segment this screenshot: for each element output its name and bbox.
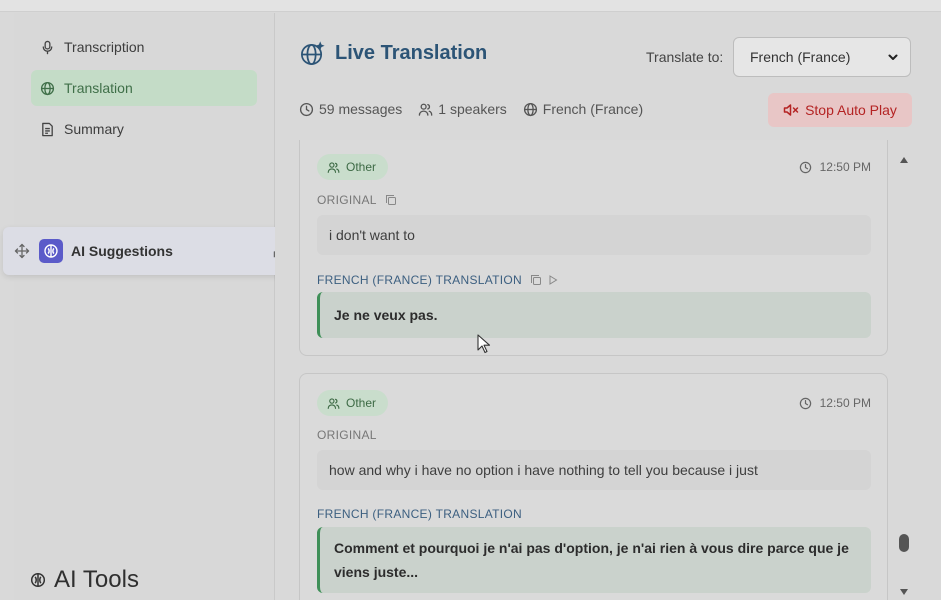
language-select[interactable]: French (France) — [733, 37, 911, 77]
translation-line: viens juste... — [334, 564, 419, 580]
translation-label-text: FRENCH (FRANCE) TRANSLATION — [317, 507, 522, 521]
stop-auto-play-button[interactable]: Stop Auto Play — [768, 93, 912, 127]
language-select-value: French (France) — [750, 49, 851, 65]
ai-tools-heading: AI Tools — [30, 566, 139, 594]
clock-icon — [799, 161, 811, 173]
message-time-text: 12:50 PM — [819, 396, 871, 410]
sidebar-item-label: Translation — [64, 80, 133, 96]
globe-icon — [523, 102, 537, 116]
original-label: ORIGINAL — [317, 193, 397, 207]
translation-line: Comment et pourquoi je n'ai pas d'option… — [334, 540, 849, 556]
message-count: 59 messages — [299, 101, 402, 117]
speaker-name: Other — [346, 396, 377, 410]
target-language: French (France) — [523, 101, 643, 117]
document-icon — [42, 122, 53, 136]
play-icon[interactable] — [547, 274, 559, 286]
message-time: 12:50 PM — [799, 160, 871, 174]
sidebar-item-summary[interactable]: Summary — [31, 111, 257, 147]
message-time-text: 12:50 PM — [819, 160, 871, 174]
translation-label-text: FRENCH (FRANCE) TRANSLATION — [317, 273, 522, 287]
original-label: ORIGINAL — [317, 428, 377, 442]
top-divider — [0, 11, 941, 12]
message-card: Other 12:50 PM ORIGINAL i don't want to … — [299, 140, 888, 356]
globe-icon — [40, 81, 55, 95]
speaker-count: 1 speakers — [418, 101, 507, 117]
microphone-icon — [42, 40, 53, 54]
message-card: Other 12:50 PM ORIGINAL how and why i ha… — [299, 373, 888, 600]
sidebar-item-translation[interactable]: Translation — [31, 70, 257, 106]
ai-logo-icon — [39, 239, 63, 263]
clock-icon — [799, 397, 811, 409]
ai-tools-label: AI Tools — [54, 566, 139, 593]
chevron-down-icon — [888, 54, 898, 60]
message-count-text: 59 messages — [319, 101, 403, 117]
sidebar-item-transcription[interactable]: Transcription — [31, 29, 257, 65]
globe-sparkle-icon — [301, 41, 325, 65]
speaker-badge: Other — [317, 390, 389, 416]
ai-suggestions-label: AI Suggestions — [71, 243, 173, 259]
sidebar-item-label: Summary — [64, 121, 124, 137]
ai-suggestions-panel[interactable]: AI Suggestions — [3, 227, 304, 275]
speaker-count-text: 1 speakers — [438, 101, 507, 117]
speaker-name: Other — [346, 160, 377, 174]
copy-icon[interactable] — [530, 274, 542, 286]
speaker-badge: Other — [317, 154, 389, 180]
scroll-down-arrow[interactable] — [900, 589, 908, 595]
clock-icon — [299, 102, 314, 116]
ai-tools-icon — [30, 572, 46, 588]
users-icon — [419, 103, 433, 116]
sidebar-item-label: Transcription — [64, 39, 145, 55]
translate-to-label: Translate to: — [646, 49, 724, 65]
original-label-text: ORIGINAL — [317, 193, 377, 207]
messages-scrollbar[interactable] — [895, 152, 913, 600]
original-text: how and why i have no option i have noth… — [317, 450, 871, 490]
scroll-thumb[interactable] — [899, 534, 909, 552]
stats-row: 59 messages 1 speakers French (France) — [299, 101, 659, 117]
message-time: 12:50 PM — [799, 396, 871, 410]
users-icon — [327, 397, 340, 409]
move-icon[interactable] — [14, 243, 30, 259]
users-icon — [327, 161, 340, 173]
translation-text: Je ne veux pas. — [317, 292, 871, 338]
stop-auto-play-label: Stop Auto Play — [805, 102, 897, 118]
page-header: Live Translation — [299, 40, 487, 67]
copy-icon[interactable] — [385, 194, 397, 206]
target-language-text: French (France) — [542, 101, 644, 117]
scroll-up-arrow[interactable] — [900, 157, 908, 163]
speaker-mute-icon — [783, 104, 799, 116]
mouse-cursor-icon — [477, 334, 491, 354]
original-text: i don't want to — [317, 215, 871, 255]
translation-label: FRENCH (FRANCE) TRANSLATION — [317, 273, 559, 287]
sidebar: Transcription Translation Summary — [14, 13, 274, 600]
original-label-text: ORIGINAL — [317, 428, 377, 442]
page-title: Live Translation — [335, 42, 488, 64]
translation-label: FRENCH (FRANCE) TRANSLATION — [317, 507, 522, 521]
translation-text: Comment et pourquoi je n'ai pas d'option… — [317, 527, 871, 593]
